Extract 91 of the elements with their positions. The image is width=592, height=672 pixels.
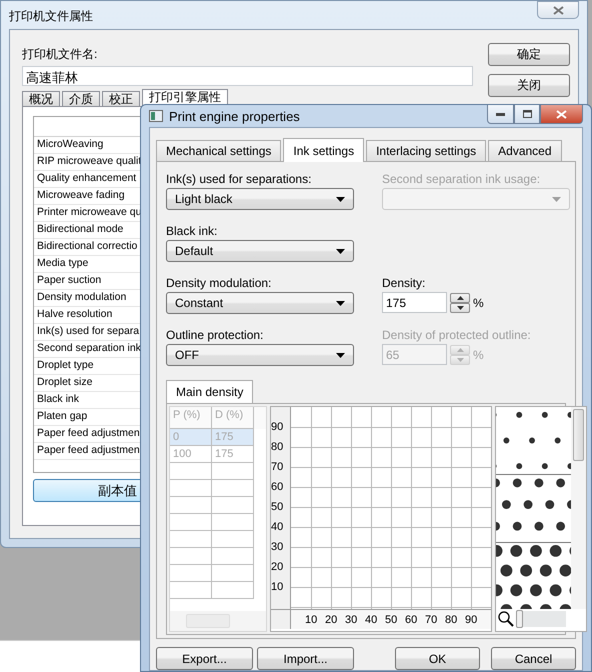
maximize-icon [522,110,532,118]
tab[interactable]: Advanced [488,140,562,161]
axis-tick-label: 60 [405,614,418,626]
down-arrow-icon [456,306,464,310]
table-cell [170,565,212,582]
table-cell [170,531,212,548]
table-cell: 100 [170,446,212,463]
unit-label: % [473,348,484,362]
dropdown[interactable]: Default [166,240,354,262]
app-icon [149,110,163,122]
dropdown[interactable]: Light black [166,188,354,210]
slider-thumb[interactable] [516,610,523,628]
vertical-scrollbar[interactable] [571,407,586,609]
field-label: Density of protected outline: [382,328,532,342]
table-cell [212,548,254,565]
increment-button[interactable] [450,292,470,302]
up-arrow-icon [456,296,464,300]
axis-tick-label: 70 [271,460,284,475]
table-cell [212,531,254,548]
down-arrow-icon [456,358,464,362]
axis-tick-label: 60 [271,480,284,495]
dialog-button[interactable]: 确定 [488,43,570,66]
unit-label: % [473,296,484,310]
number-field[interactable]: 175 [382,292,447,313]
tab[interactable]: Mechanical settings [156,140,282,161]
table-cell [170,497,212,514]
file-name-field[interactable]: 高速菲林 [22,66,473,86]
table-cell [170,514,212,531]
table-cell [212,497,254,514]
table-cell [212,565,254,582]
axis-tick-label: 80 [445,614,458,626]
tab[interactable]: Ink settings [283,138,364,162]
axis-tick-label: 40 [365,614,378,626]
table-cell [170,582,212,599]
tab[interactable]: Main density [166,380,254,403]
axis-tick-label: 30 [345,614,358,626]
tab[interactable]: Interlacing settings [366,140,486,161]
field-label: Density: [382,276,426,290]
dropdown[interactable]: OFF [166,344,354,366]
axis-tick-label: 90 [271,420,284,435]
table-cell: 0 [170,429,212,446]
table-cell: 175 [212,429,254,446]
axis-tick-label: 70 [425,614,438,626]
caret-icon [336,300,345,306]
tab[interactable]: 校正 [102,91,140,106]
caret-icon [336,196,345,202]
table-cell [212,582,254,599]
table-cell [170,463,212,480]
table-cell [170,480,212,497]
window-title: Print engine properties [169,108,301,124]
decrement-button[interactable] [450,302,470,312]
axis-tick-label: 20 [325,614,338,626]
axis-tick-label: 90 [465,614,478,626]
axis-tick-label: 40 [271,520,284,535]
axis-tick-label: 80 [271,440,284,455]
up-arrow-icon [456,348,464,352]
table-cell [170,548,212,565]
minimize-icon [496,112,505,116]
zoom-slider[interactable] [516,611,566,627]
axis-tick-label: 30 [271,540,284,555]
horizontal-scrollbar[interactable] [170,611,266,631]
dialog-button[interactable]: Export... [156,647,253,670]
axis-tick-label: 50 [271,500,284,515]
table-cell [212,514,254,531]
axis-tick-label: 50 [385,614,398,626]
close-button[interactable] [537,1,579,19]
minimize-button[interactable] [487,105,514,124]
dialog-button[interactable]: Import... [257,647,354,670]
table-cell [212,480,254,497]
tab[interactable]: 介质 [62,91,100,106]
table-cell [212,463,254,480]
field-label: Second separation ink usage: [382,172,542,186]
file-name-label: 打印机文件名: [22,46,98,63]
window-title: 打印机文件属性 [9,8,93,24]
dialog-button[interactable]: 关闭 [488,74,570,97]
table-cell: 175 [212,446,254,463]
close-button[interactable] [540,105,583,124]
caret-icon [552,196,561,202]
dialog-button[interactable]: OK [395,647,480,670]
tab[interactable]: 概况 [22,91,60,106]
axis-tick-label: 20 [271,560,284,575]
caret-icon [336,352,345,358]
maximize-button[interactable] [514,105,540,124]
axis-tick-label: 10 [271,580,284,595]
zoom-icon [498,611,514,627]
dialog-button[interactable]: Cancel [491,647,576,670]
axis-tick-label: 10 [305,614,318,626]
dropdown[interactable]: Constant [166,292,354,314]
close-icon [556,110,567,118]
close-icon [552,6,564,14]
caret-icon [336,248,345,254]
